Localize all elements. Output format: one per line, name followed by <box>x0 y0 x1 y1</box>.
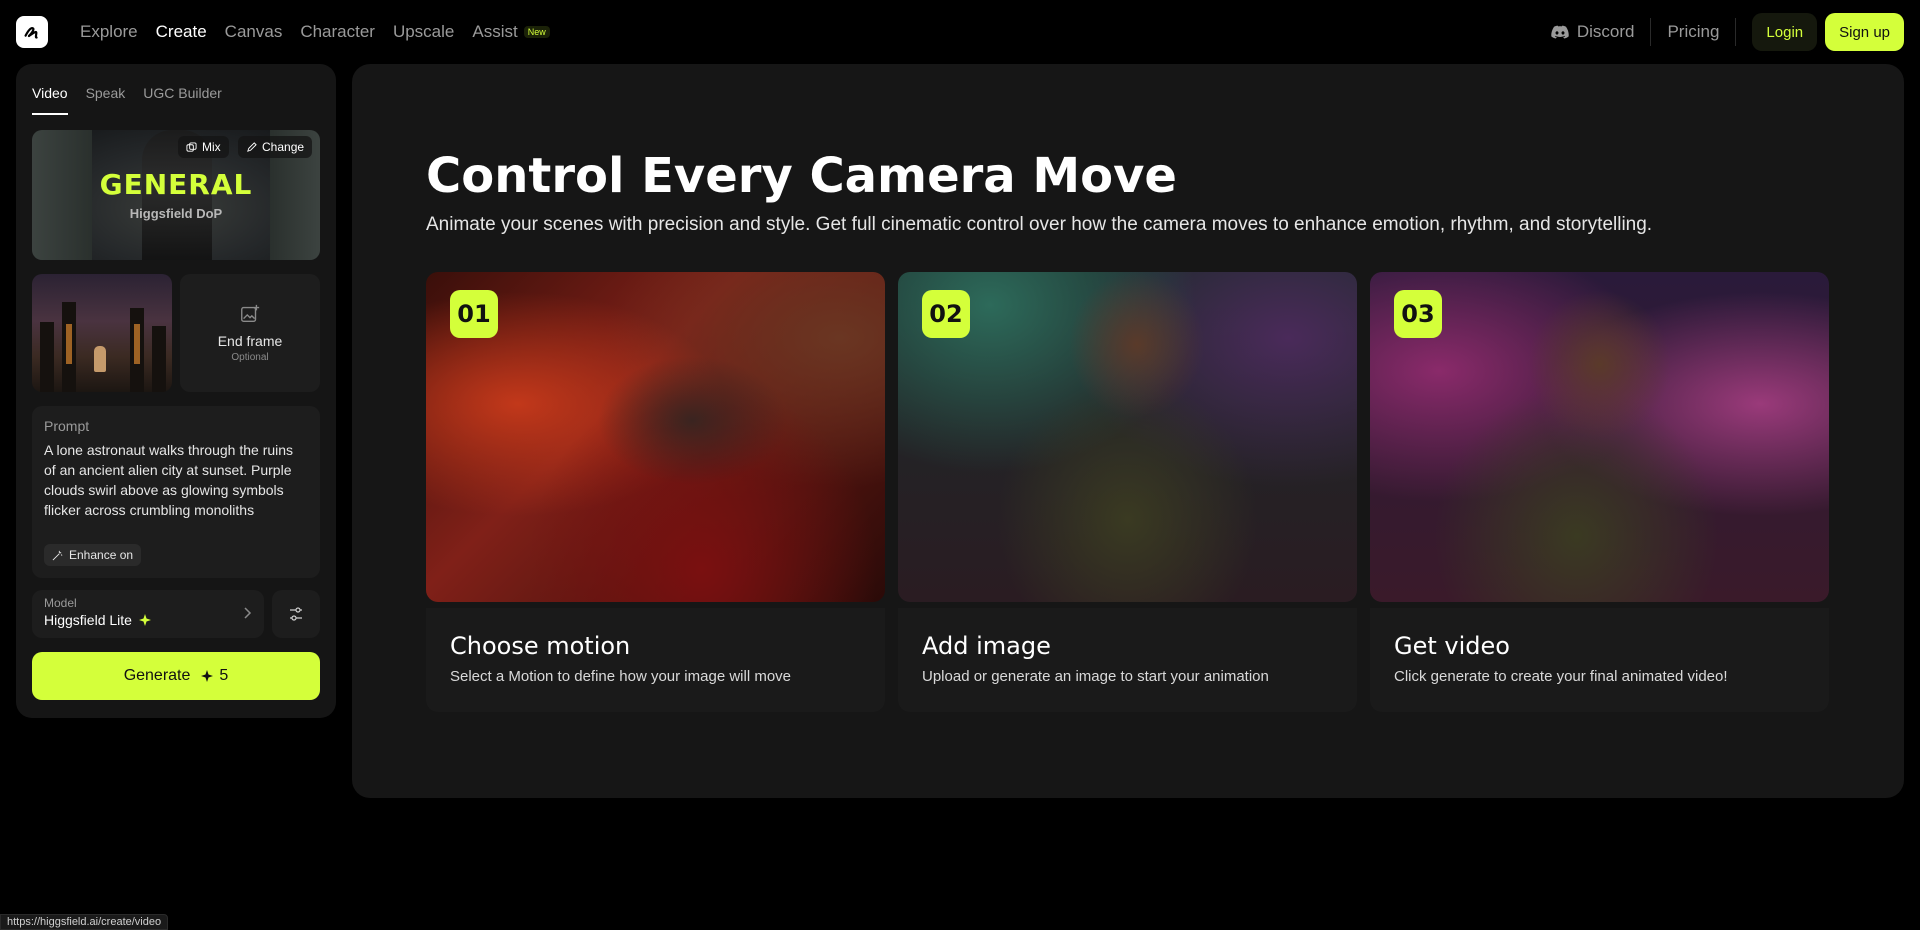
motion-preset-card[interactable]: Mix Change GENERAL Higgsfield DoP <box>32 130 320 260</box>
enhance-toggle[interactable]: Enhance on <box>44 544 142 566</box>
copy-icon <box>186 141 197 152</box>
end-frame-optional: Optional <box>231 352 269 363</box>
ruin-tower <box>40 322 54 392</box>
header-actions: Discord Pricing Login Sign up <box>1551 12 1904 52</box>
page-title: Control Every Camera Move <box>426 148 1177 204</box>
model-row: Model Higgsfield Lite <box>32 590 320 638</box>
change-button[interactable]: Change <box>238 136 313 158</box>
main-nav: Explore Create Canvas Character Upscale … <box>80 22 568 42</box>
astronaut-figure <box>94 346 106 372</box>
login-button[interactable]: Login <box>1752 13 1818 51</box>
generate-button[interactable]: Generate 5 <box>32 652 320 700</box>
end-frame-title: End frame <box>217 333 283 349</box>
sliders-icon <box>290 607 302 621</box>
add-image-icon <box>241 304 260 323</box>
model-value-row: Higgsfield Lite <box>44 612 252 628</box>
discord-icon <box>1551 25 1569 39</box>
frame-inputs: End frame Optional <box>32 274 320 392</box>
step-desc: Click generate to create your final anim… <box>1394 668 1728 685</box>
signup-button[interactable]: Sign up <box>1825 13 1904 51</box>
header-divider <box>1735 18 1737 46</box>
sparkle-icon <box>138 614 151 626</box>
step-body: Add image Upload or generate an image to… <box>898 608 1357 712</box>
end-frame-upload[interactable]: End frame Optional <box>180 274 320 392</box>
pencil-icon <box>247 141 257 152</box>
new-badge: New <box>523 26 550 38</box>
enhance-label: Enhance on <box>69 548 134 562</box>
nav-create[interactable]: Create <box>156 22 207 42</box>
nav-explore[interactable]: Explore <box>80 22 138 42</box>
top-header: Explore Create Canvas Character Upscale … <box>0 0 1920 64</box>
discord-label: Discord <box>1576 22 1635 41</box>
step-body: Get video Click generate to create your … <box>1370 608 1829 712</box>
tab-video[interactable]: Video <box>32 85 68 115</box>
magic-wand-icon <box>52 550 63 560</box>
model-select[interactable]: Model Higgsfield Lite <box>32 590 264 638</box>
step-card-get-video[interactable]: 03 Get video Click generate to create yo… <box>1370 272 1829 712</box>
higgsfield-logo[interactable] <box>16 16 48 48</box>
discord-link[interactable]: Discord <box>1551 22 1651 42</box>
prompt-text[interactable]: A lone astronaut walks through the ruins… <box>44 440 308 520</box>
step-card-choose-motion[interactable]: 01 Choose motion Select a Motion to defi… <box>426 272 885 712</box>
create-sidebar: Video Speak UGC Builder Mix Change GENER… <box>16 64 336 718</box>
settings-button[interactable] <box>272 590 320 638</box>
status-bar-url: https://higgsfield.ai/create/video <box>0 914 169 930</box>
generate-cost-value: 5 <box>219 667 229 684</box>
step-desc: Select a Motion to define how your image… <box>450 668 792 685</box>
nav-assist[interactable]: Assist New <box>472 22 550 42</box>
mode-tabs: Video Speak UGC Builder <box>32 64 320 116</box>
tab-speak[interactable]: Speak <box>86 85 126 115</box>
step-desc: Upload or generate an image to start you… <box>922 668 1269 685</box>
start-frame-thumbnail[interactable] <box>32 274 172 392</box>
nav-canvas[interactable]: Canvas <box>225 22 283 42</box>
generate-cost: 5 <box>200 667 228 685</box>
glowing-symbol <box>134 324 140 364</box>
change-label: Change <box>262 140 305 154</box>
motion-preset-title: GENERAL <box>99 168 253 201</box>
sparkle-icon <box>201 670 214 682</box>
glowing-symbol <box>66 324 72 364</box>
prompt-label: Prompt <box>44 418 90 434</box>
step-body: Choose motion Select a Motion to define … <box>426 608 885 712</box>
step-number: 02 <box>922 290 970 338</box>
pricing-link[interactable]: Pricing <box>1651 22 1735 42</box>
step-image-club-man: 02 <box>898 272 1357 602</box>
step-title: Add image <box>922 632 1051 660</box>
chevron-right-icon <box>244 607 252 619</box>
nav-character[interactable]: Character <box>300 22 375 42</box>
generate-label: Generate <box>123 667 191 684</box>
main-panel: Control Every Camera Move Animate your s… <box>352 64 1904 798</box>
logo-icon <box>24 27 38 39</box>
prompt-field[interactable]: Prompt A lone astronaut walks through th… <box>32 406 320 578</box>
motion-preset-subtitle: Higgsfield DoP <box>129 206 223 221</box>
step-title: Choose motion <box>450 632 631 660</box>
mix-button[interactable]: Mix <box>178 136 229 158</box>
mix-label: Mix <box>202 140 221 154</box>
ruin-tower <box>152 326 166 392</box>
step-image-club-crowd: 03 <box>1370 272 1829 602</box>
steps-cards: 01 Choose motion Select a Motion to defi… <box>426 272 1829 712</box>
nav-assist-label: Assist <box>472 22 518 41</box>
step-image-man-neon: 01 <box>426 272 885 602</box>
step-card-add-image[interactable]: 02 Add image Upload or generate an image… <box>898 272 1357 712</box>
model-value: Higgsfield Lite <box>44 612 132 628</box>
step-number: 01 <box>450 290 498 338</box>
model-label: Model <box>44 596 77 610</box>
step-number: 03 <box>1394 290 1442 338</box>
page-subtitle: Animate your scenes with precision and s… <box>426 214 1653 235</box>
tab-ugc-builder[interactable]: UGC Builder <box>143 85 222 115</box>
nav-upscale[interactable]: Upscale <box>393 22 454 42</box>
step-title: Get video <box>1394 632 1510 660</box>
